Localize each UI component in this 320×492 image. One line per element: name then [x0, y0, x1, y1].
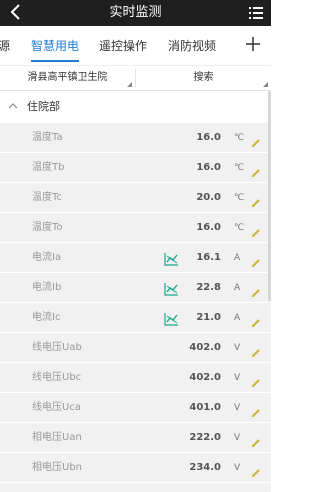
page-title: 实时监测 [109, 5, 162, 20]
measurement-row[interactable]: 温度Tc 20.0 ℃ [0, 183, 271, 213]
measurement-value: 16.0 [196, 162, 221, 173]
measurement-unit: ℃ [234, 223, 245, 233]
search-button-label: 搜索 [193, 72, 214, 83]
chevron-up-icon [8, 103, 18, 109]
measurement-value: 20.0 [196, 192, 221, 203]
measurement-name: 相电压Ubn [32, 462, 83, 473]
pencil-icon[interactable] [251, 463, 261, 477]
pencil-icon[interactable] [251, 283, 261, 297]
measurement-value: 21.0 [196, 312, 221, 323]
measurement-row[interactable]: 相电压Ubn 234.0 V [0, 453, 271, 483]
measurement-unit: V [234, 343, 241, 353]
measurement-row[interactable]: 线电压Uca 401.0 V [0, 393, 271, 423]
menu-list-icon[interactable] [249, 6, 263, 20]
tab-remote-control[interactable]: 遥控操作 [99, 26, 147, 66]
measurement-row[interactable]: 线电压Uab 402.0 V [0, 333, 271, 363]
measurement-unit: A [234, 313, 241, 323]
measurement-name: 温度To [32, 222, 63, 233]
dropdown-corner-icon [127, 82, 132, 87]
measurement-row[interactable]: 相电压Uan 222.0 V [0, 423, 271, 453]
pencil-icon[interactable] [251, 253, 261, 267]
measurement-row[interactable]: 电流Ic 21.0 A [0, 303, 271, 333]
measurement-unit: V [234, 403, 241, 413]
measurement-row[interactable]: 温度Ta 16.0 ℃ [0, 123, 271, 153]
measurement-value: 16.1 [196, 252, 221, 263]
plus-icon[interactable] [245, 36, 261, 52]
measurement-name: 温度Tc [32, 192, 62, 203]
measurement-value: 402.0 [189, 372, 221, 383]
measurement-name: 温度Ta [32, 132, 63, 143]
measurement-row[interactable]: 线电压Ubc 402.0 V [0, 363, 271, 393]
search-button[interactable]: 搜索 [136, 66, 271, 90]
dropdown-corner-icon [263, 82, 268, 87]
scrollbar[interactable] [268, 91, 271, 301]
trend-chart-icon[interactable] [164, 311, 179, 326]
measurement-value: 402.0 [189, 342, 221, 353]
measurement-value: 16.0 [196, 222, 221, 233]
title-bar: 实时监测 [0, 0, 271, 26]
measurement-unit: V [234, 373, 241, 383]
pencil-icon[interactable] [251, 193, 261, 207]
measurement-unit: ℃ [234, 193, 245, 203]
tab-source[interactable]: 源 [0, 26, 10, 66]
location-select[interactable]: 滑县高平镇卫生院 [0, 66, 135, 90]
measurement-name: 线电压Uab [32, 342, 82, 353]
measurement-unit: A [234, 283, 241, 293]
measurement-row[interactable]: 温度Tb 16.0 ℃ [0, 153, 271, 183]
pencil-icon[interactable] [251, 343, 261, 357]
measurement-value: 401.0 [189, 402, 221, 413]
measurement-name: 相电压Uan [32, 432, 82, 443]
pencil-icon[interactable] [251, 373, 261, 387]
measurement-name: 线电压Ubc [32, 372, 82, 383]
measurement-unit: A [234, 253, 241, 263]
measurement-row[interactable]: 电流Ia 16.1 A [0, 243, 271, 273]
measurement-value: 16.0 [196, 132, 221, 143]
pencil-icon[interactable] [251, 163, 261, 177]
measurement-row[interactable]: 温度To 16.0 ℃ [0, 213, 271, 243]
section-header-inpatient[interactable]: 住院部 [0, 91, 271, 123]
trend-chart-icon[interactable] [164, 281, 179, 296]
measurement-row[interactable]: 电流Ib 22.8 A [0, 273, 271, 303]
tab-fire-video[interactable]: 消防视频 [168, 26, 216, 66]
pencil-icon[interactable] [251, 403, 261, 417]
measurement-unit: V [234, 433, 241, 443]
tab-bar: 源 智慧用电 遥控操作 消防视频 [0, 26, 271, 66]
measurement-name: 温度Tb [32, 162, 65, 173]
measurement-unit: V [234, 463, 241, 473]
measurement-unit: ℃ [234, 163, 245, 173]
trend-chart-icon[interactable] [164, 251, 179, 266]
measurement-value: 22.8 [196, 282, 221, 293]
measurement-name: 电流Ic [32, 312, 61, 323]
measurement-name: 线电压Uca [32, 402, 81, 413]
pencil-icon[interactable] [251, 133, 261, 147]
measurement-name: 电流Ia [32, 252, 62, 263]
measurement-name: 电流Ib [32, 282, 62, 293]
section-title: 住院部 [27, 100, 60, 113]
measurement-unit: ℃ [234, 133, 245, 143]
pencil-icon[interactable] [251, 433, 261, 447]
measurement-value: 234.0 [189, 462, 221, 473]
measurement-value: 222.0 [189, 432, 221, 443]
pencil-icon[interactable] [251, 223, 261, 237]
tab-smart-power[interactable]: 智慧用电 [31, 26, 80, 66]
filter-bar: 滑县高平镇卫生院 搜索 [0, 66, 271, 91]
measurement-row[interactable] [0, 483, 271, 492]
location-select-label: 滑县高平镇卫生院 [27, 72, 108, 83]
pencil-icon[interactable] [251, 313, 261, 327]
measurement-list: 温度Ta 16.0 ℃ 温度Tb 16.0 ℃ 温度Tc 20.0 ℃ 温度To 16.0 ℃ 电流Ia… [0, 123, 271, 492]
